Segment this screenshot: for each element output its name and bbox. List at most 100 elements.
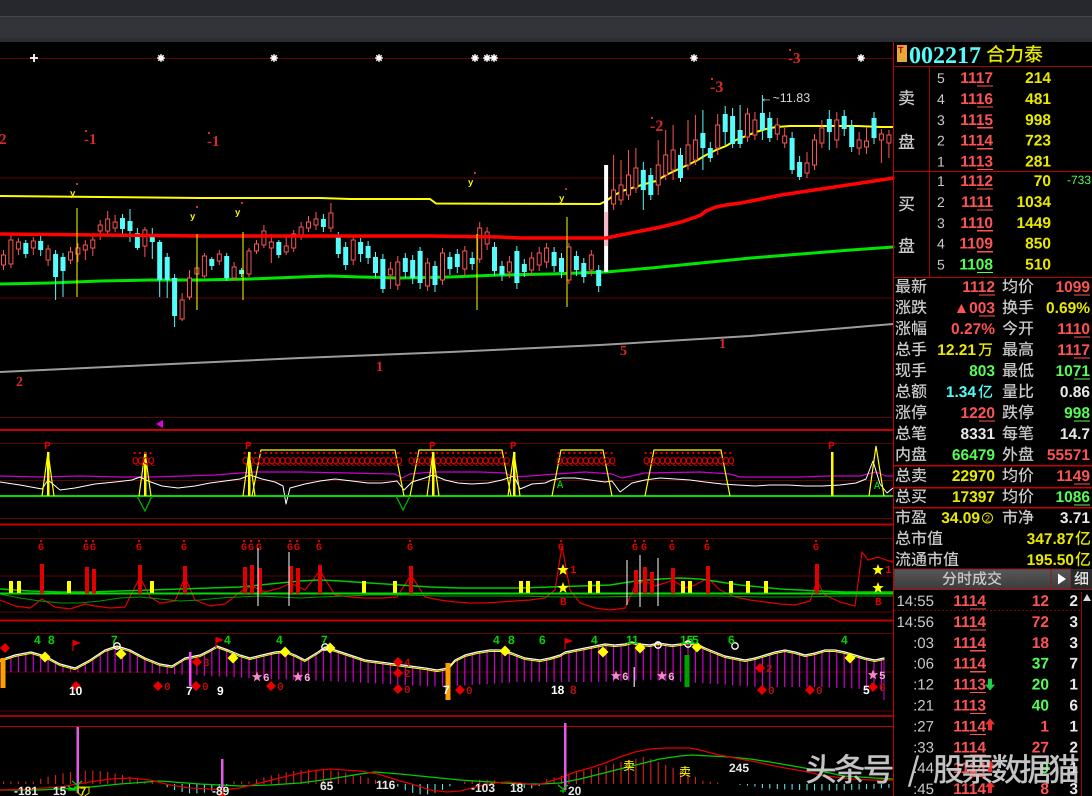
- svg-text::12: :12: [913, 677, 934, 694]
- svg-text:40: 40: [1032, 698, 1049, 715]
- svg-text:-89: -89: [212, 784, 230, 796]
- svg-text:1071: 1071: [1056, 363, 1091, 380]
- svg-text:347.87: 347.87: [1027, 531, 1074, 548]
- svg-text:803: 803: [969, 363, 995, 380]
- svg-text:-2: -2: [650, 118, 663, 135]
- svg-text:8: 8: [48, 633, 55, 647]
- svg-text:y: y: [559, 194, 565, 204]
- svg-text:2: 2: [985, 514, 990, 524]
- svg-text:18: 18: [551, 683, 565, 697]
- svg-text:3: 3: [1069, 635, 1078, 652]
- svg-text:6: 6: [668, 672, 675, 684]
- svg-text:G: G: [407, 543, 413, 554]
- svg-text::06: :06: [913, 656, 934, 673]
- svg-text:2: 2: [16, 375, 23, 390]
- svg-text:-181: -181: [14, 784, 38, 796]
- svg-text:1113: 1113: [953, 698, 986, 715]
- svg-text:1114: 1114: [953, 593, 986, 610]
- svg-text:20: 20: [568, 784, 582, 796]
- svg-text:P: P: [510, 441, 517, 453]
- svg-text:0.27%: 0.27%: [951, 321, 995, 338]
- svg-text:1086: 1086: [1056, 489, 1091, 506]
- svg-text:G: G: [83, 543, 89, 554]
- svg-text:0: 0: [816, 686, 823, 698]
- svg-text:2: 2: [937, 194, 945, 210]
- svg-text::21: :21: [913, 698, 934, 715]
- svg-text:1117: 1117: [1057, 342, 1090, 359]
- svg-text:481: 481: [1025, 91, 1051, 108]
- svg-text:6: 6: [263, 673, 270, 685]
- svg-text:998: 998: [1064, 405, 1090, 422]
- svg-text:B: B: [875, 597, 882, 609]
- svg-text:G: G: [241, 543, 247, 554]
- svg-text:9: 9: [217, 684, 224, 698]
- svg-text:65: 65: [320, 779, 334, 793]
- svg-text:G: G: [90, 543, 96, 554]
- svg-text:6: 6: [1069, 698, 1078, 715]
- svg-text::45: :45: [913, 781, 934, 796]
- svg-text:195.50: 195.50: [1027, 552, 1074, 569]
- svg-text:2: 2: [1069, 593, 1078, 610]
- svg-text:1114: 1114: [953, 739, 986, 756]
- svg-text:4: 4: [841, 633, 848, 647]
- svg-text:1: 1: [1040, 718, 1049, 735]
- svg-text:2: 2: [937, 133, 945, 149]
- svg-text:1114: 1114: [960, 133, 993, 150]
- svg-text:P: P: [828, 441, 835, 453]
- svg-text:1: 1: [719, 337, 726, 352]
- svg-text:18: 18: [510, 781, 524, 795]
- svg-text:1: 1: [1069, 718, 1078, 735]
- svg-text::27: :27: [913, 718, 934, 735]
- svg-text:4: 4: [937, 91, 945, 107]
- svg-text:-1: -1: [84, 132, 97, 148]
- svg-text:-3: -3: [710, 79, 723, 96]
- svg-text:1116: 1116: [960, 91, 993, 108]
- svg-text:G: G: [294, 543, 300, 554]
- svg-text:0: 0: [277, 682, 284, 694]
- svg-text:18: 18: [1032, 635, 1050, 652]
- svg-text:-1: -1: [207, 134, 220, 150]
- svg-text:2: 2: [766, 664, 773, 676]
- svg-text:1111: 1111: [961, 194, 993, 211]
- svg-text:17397: 17397: [952, 489, 995, 506]
- svg-text:5: 5: [879, 671, 886, 683]
- svg-text:P: P: [245, 441, 252, 453]
- svg-text:P: P: [44, 441, 51, 453]
- svg-text:1114: 1114: [953, 718, 986, 735]
- svg-text:998: 998: [1025, 112, 1051, 129]
- svg-text:8331: 8331: [961, 426, 996, 443]
- svg-text:←~11.83: ←~11.83: [760, 91, 810, 105]
- svg-text:1: 1: [570, 565, 577, 577]
- svg-text:G: G: [316, 543, 322, 554]
- svg-text:G: G: [181, 543, 187, 554]
- svg-text:1114: 1114: [953, 635, 986, 652]
- svg-text:1114: 1114: [953, 781, 986, 796]
- svg-text:y: y: [70, 189, 76, 199]
- svg-text:116: 116: [376, 778, 396, 792]
- svg-text:y: y: [235, 208, 241, 218]
- svg-text:1112: 1112: [962, 279, 995, 296]
- svg-text::33: :33: [913, 739, 934, 756]
- svg-text:-103: -103: [471, 781, 495, 795]
- svg-text:1108: 1108: [959, 257, 993, 274]
- svg-text:1114: 1114: [953, 614, 986, 631]
- svg-text:5: 5: [937, 257, 945, 273]
- svg-text:1113: 1113: [953, 677, 986, 694]
- svg-text:4: 4: [591, 633, 598, 647]
- svg-text:1: 1: [1069, 677, 1078, 694]
- svg-text:1115: 1115: [960, 112, 993, 129]
- svg-text:3: 3: [1069, 614, 1078, 631]
- svg-text:6: 6: [622, 672, 629, 684]
- svg-text:1449: 1449: [1017, 215, 1052, 232]
- svg-text:4: 4: [276, 633, 283, 647]
- svg-text:12: 12: [1032, 593, 1049, 610]
- svg-text:15: 15: [53, 784, 67, 796]
- svg-text:1220: 1220: [961, 405, 995, 422]
- svg-text:3: 3: [937, 215, 945, 231]
- svg-text:0: 0: [164, 682, 171, 694]
- svg-text:G: G: [669, 543, 675, 554]
- svg-text:G: G: [38, 543, 44, 554]
- svg-text:6: 6: [728, 633, 735, 647]
- svg-text:723: 723: [1025, 133, 1051, 150]
- svg-text:22970: 22970: [952, 468, 995, 485]
